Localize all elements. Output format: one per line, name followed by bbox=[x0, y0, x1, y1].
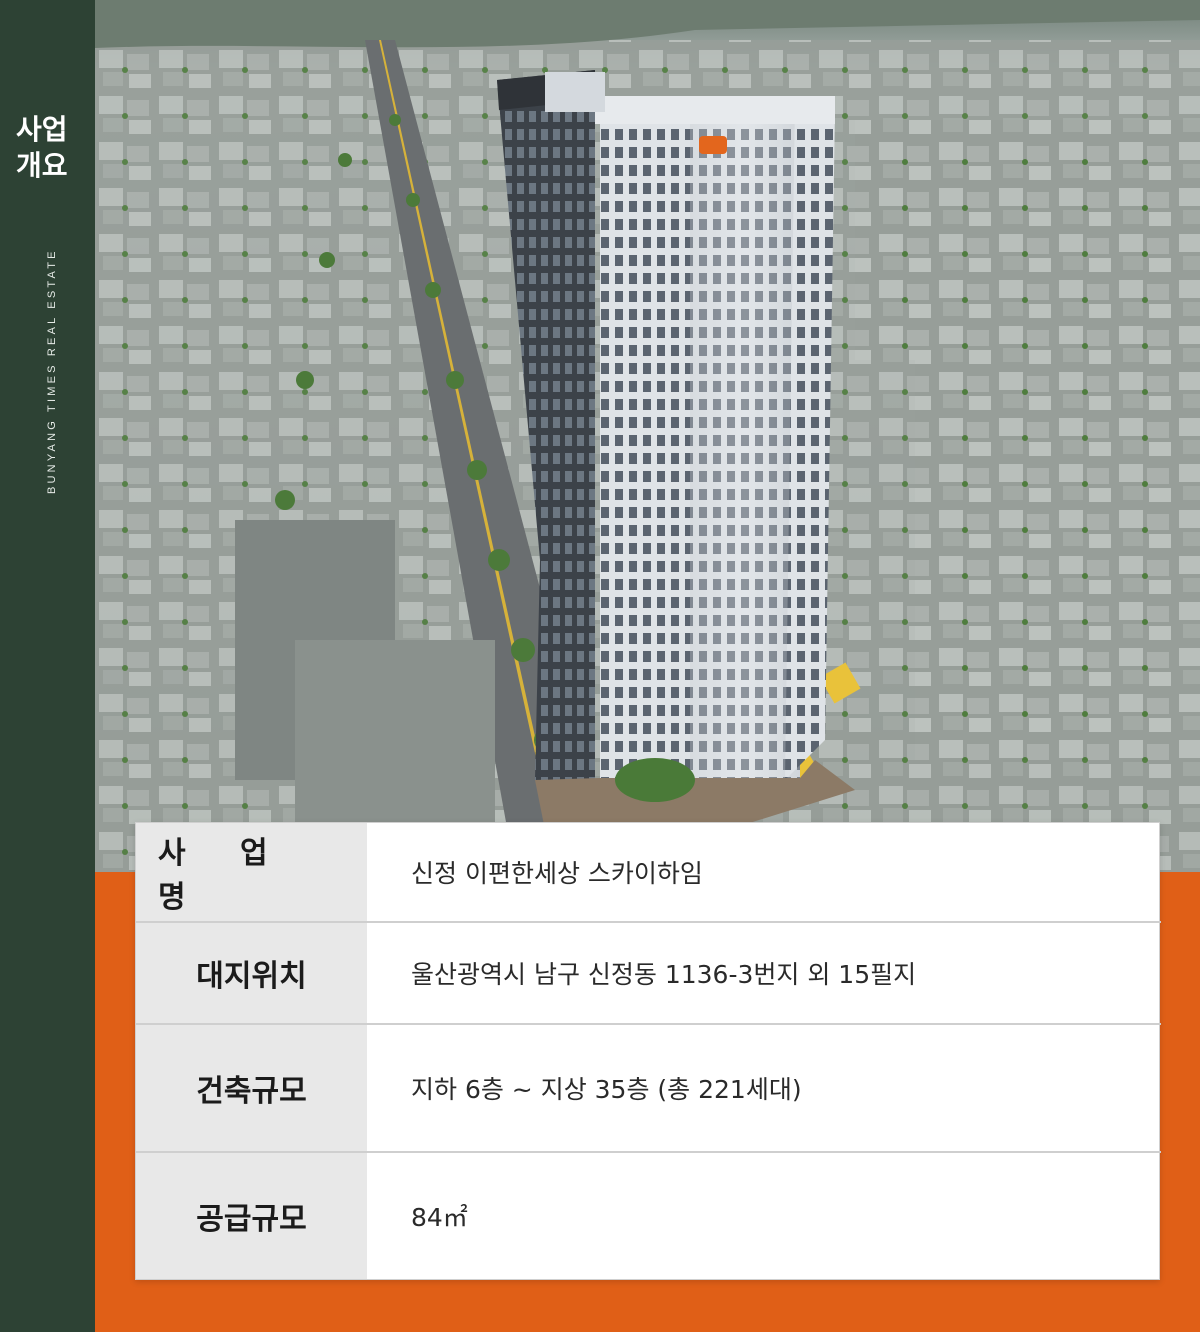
aerial-rendering-image bbox=[95, 0, 1200, 872]
label-site-location: 대지위치 bbox=[136, 923, 367, 1023]
sidebar-subtitle: BUNYANG TIMES REAL ESTATE bbox=[46, 248, 58, 494]
sidebar: 사업 개요 BUNYANG TIMES REAL ESTATE bbox=[0, 0, 95, 1332]
value-project-name: 신정 이편한세상 스카이하임 bbox=[411, 859, 703, 888]
sidebar-title-line1: 사업 bbox=[16, 113, 68, 146]
table-row-supply-scale: 공급규모 84㎡ bbox=[136, 1153, 1161, 1279]
label-project-name: 사 업 명 bbox=[136, 823, 367, 921]
sidebar-title: 사업 개요 bbox=[16, 112, 68, 184]
value-building-scale: 지하 6층 ~ 지상 35층 (총 221세대) bbox=[411, 1075, 802, 1104]
value-supply-scale: 84㎡ bbox=[411, 1203, 468, 1232]
label-building-scale: 건축규모 bbox=[136, 1025, 367, 1151]
label-supply-scale: 공급규모 bbox=[136, 1153, 367, 1279]
project-overview-table: 사 업 명 신정 이편한세상 스카이하임 대지위치 울산광역시 남구 신정동 1… bbox=[135, 822, 1161, 1280]
aerial-city-illustration bbox=[95, 0, 1200, 872]
table-row-site-location: 대지위치 울산광역시 남구 신정동 1136-3번지 외 15필지 bbox=[136, 923, 1161, 1025]
sidebar-title-line2: 개요 bbox=[16, 149, 68, 182]
value-site-location: 울산광역시 남구 신정동 1136-3번지 외 15필지 bbox=[411, 960, 917, 989]
table-row-project-name: 사 업 명 신정 이편한세상 스카이하임 bbox=[136, 823, 1161, 923]
table-row-building-scale: 건축규모 지하 6층 ~ 지상 35층 (총 221세대) bbox=[136, 1025, 1161, 1153]
